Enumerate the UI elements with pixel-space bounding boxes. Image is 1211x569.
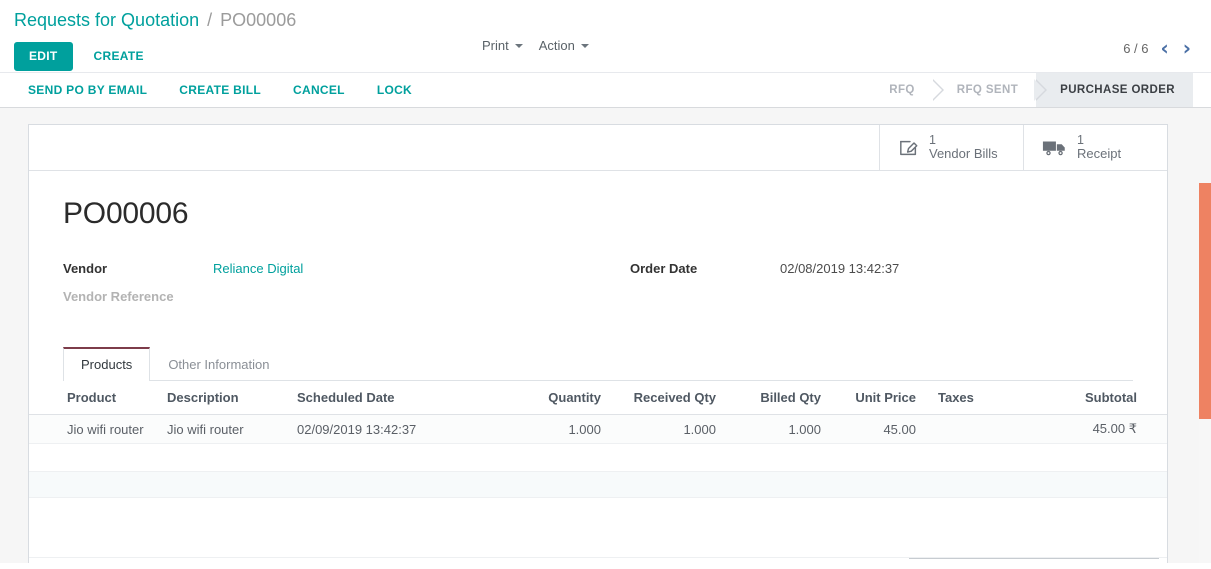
field-vendor-label: Vendor: [63, 261, 108, 276]
cell-billed-qty[interactable]: 1.000: [724, 414, 829, 444]
field-order-date: Order Date 02/08/2019 13:42:37: [630, 261, 1133, 286]
field-vendor: Vendor Reliance Digital: [63, 261, 598, 286]
breadcrumb: Requests for Quotation / PO00006: [14, 8, 1211, 32]
smart-button-box: 1 Vendor Bills 1 Receipt: [29, 125, 1167, 171]
status-stage-label: PURCHASE ORDER: [1060, 84, 1175, 96]
form-sheet: 1 Vendor Bills 1 Receipt PO00006 Vendor …: [28, 124, 1168, 563]
lock-button[interactable]: LOCK: [367, 79, 422, 101]
smart-button-vendor-bills[interactable]: 1 Vendor Bills: [879, 125, 1023, 170]
cell-taxes[interactable]: [924, 414, 1019, 444]
cell-product[interactable]: Jio wifi router: [29, 414, 159, 444]
sheet-body: PO00006 Vendor Reliance Digital Vendor R…: [29, 171, 1167, 381]
page-title: PO00006: [63, 197, 189, 230]
smart-button-text: 1 Receipt: [1077, 133, 1121, 162]
truck-icon: [1042, 138, 1068, 158]
table-row[interactable]: Jio wifi router Jio wifi router 02/09/20…: [29, 414, 1167, 444]
notebook: Products Other Information: [63, 347, 1133, 381]
smart-button-value: 1: [1077, 132, 1084, 147]
chevron-down-icon: [514, 43, 523, 48]
smart-button-receipt[interactable]: 1 Receipt: [1023, 125, 1167, 170]
control-panel: Requests for Quotation / PO00006 EDIT CR…: [0, 0, 1211, 72]
column-header-subtotal: Subtotal: [1019, 381, 1167, 415]
chevron-down-icon: [580, 43, 589, 48]
status-stage-rfq-sent[interactable]: RFQ SENT: [932, 73, 1048, 107]
field-vendor-value[interactable]: Reliance Digital: [213, 261, 303, 276]
pager-counter: 6 / 6: [1123, 40, 1149, 56]
order-lines-table: Product Description Scheduled Date Quant…: [29, 381, 1167, 558]
field-vendor-reference-label: Vendor Reference: [63, 289, 174, 304]
cell-scheduled-date[interactable]: 02/09/2019 13:42:37: [289, 414, 499, 444]
totals-box: Untaxed Amount 45.00 ₹: [909, 558, 1159, 563]
order-lines-body: Jio wifi router Jio wifi router 02/09/20…: [29, 414, 1167, 558]
status-stage-purchase-order[interactable]: PURCHASE ORDER: [1036, 73, 1193, 107]
status-stage-label: RFQ SENT: [956, 84, 1019, 96]
column-header-scheduled-date: Scheduled Date: [289, 381, 499, 415]
breadcrumb-separator: /: [207, 10, 213, 30]
cell-description[interactable]: Jio wifi router: [159, 414, 289, 444]
field-order-date-value[interactable]: 02/08/2019 13:42:37: [780, 261, 899, 276]
table-shaded-row: [29, 471, 1167, 498]
tab-products[interactable]: Products: [63, 347, 151, 381]
send-po-by-email-button[interactable]: SEND PO BY EMAIL: [18, 79, 157, 101]
print-dropdown[interactable]: Print: [482, 38, 523, 53]
column-header-taxes: Taxes: [924, 381, 1019, 415]
column-header-unit-price: Unit Price: [829, 381, 924, 415]
action-dropdown[interactable]: Action: [539, 38, 589, 53]
vertical-scrollbar-thumb[interactable]: [1199, 183, 1211, 419]
cancel-button[interactable]: CANCEL: [283, 79, 355, 101]
pager-previous-icon[interactable]: ‹: [1159, 38, 1171, 58]
status-stage-label: RFQ: [889, 84, 915, 96]
pager: 6 / 6 ‹ ›: [1123, 38, 1193, 58]
pager-next-icon[interactable]: ›: [1181, 38, 1193, 58]
edit-button[interactable]: EDIT: [14, 42, 73, 71]
form-column-right: Order Date 02/08/2019 13:42:37: [598, 261, 1133, 317]
form-column-left: Vendor Reliance Digital Vendor Reference: [63, 261, 598, 317]
cell-unit-price[interactable]: 45.00: [829, 414, 924, 444]
breadcrumb-parent-link[interactable]: Requests for Quotation: [14, 10, 199, 30]
table-filler-row: [29, 443, 1167, 472]
smart-button-label: Receipt: [1077, 146, 1122, 162]
control-panel-dropdowns: Print Action: [482, 38, 589, 53]
print-dropdown-label: Print: [482, 38, 509, 53]
status-pipeline: RFQ RFQ SENT PURCHASE ORDER: [865, 73, 1193, 107]
totals-divider: [909, 558, 1159, 559]
table-filler-row: [29, 497, 1167, 558]
smart-button-value: 1: [929, 132, 936, 147]
field-order-date-label: Order Date: [630, 261, 698, 276]
notebook-tabs: Products Other Information: [63, 347, 1133, 381]
totals-section: Untaxed Amount 45.00 ₹: [29, 558, 1167, 563]
action-dropdown-label: Action: [538, 38, 575, 53]
create-bill-button[interactable]: CREATE BILL: [169, 79, 271, 101]
column-header-quantity: Quantity: [499, 381, 609, 415]
create-button[interactable]: CREATE: [81, 42, 157, 71]
cell-received-qty[interactable]: 1.000: [609, 414, 724, 444]
column-header-product: Product: [29, 381, 159, 415]
cell-quantity[interactable]: 1.000: [499, 414, 609, 444]
smart-button-label: Vendor Bills: [929, 146, 998, 162]
column-header-billed-qty: Billed Qty: [724, 381, 829, 415]
cell-subtotal: 45.00 ₹: [1019, 414, 1167, 444]
column-header-description: Description: [159, 381, 289, 415]
breadcrumb-current: PO00006: [220, 10, 297, 30]
smart-button-text: 1 Vendor Bills: [929, 133, 998, 162]
pencil-square-icon: [898, 138, 920, 158]
order-lines-header: Product Description Scheduled Date Quant…: [29, 381, 1167, 415]
column-header-received-qty: Received Qty: [609, 381, 724, 415]
tab-other-information[interactable]: Other Information: [150, 347, 287, 381]
form-sheet-container: 1 Vendor Bills 1 Receipt PO00006 Vendor …: [0, 108, 1211, 563]
field-vendor-reference: Vendor Reference: [63, 289, 598, 314]
table-header-row: Product Description Scheduled Date Quant…: [29, 381, 1167, 415]
status-stage-rfq[interactable]: RFQ: [865, 73, 945, 107]
record-action-buttons: EDIT CREATE: [14, 42, 1211, 71]
status-bar: SEND PO BY EMAIL CREATE BILL CANCEL LOCK…: [0, 72, 1211, 108]
form-fields: Vendor Reliance Digital Vendor Reference…: [63, 261, 1133, 317]
